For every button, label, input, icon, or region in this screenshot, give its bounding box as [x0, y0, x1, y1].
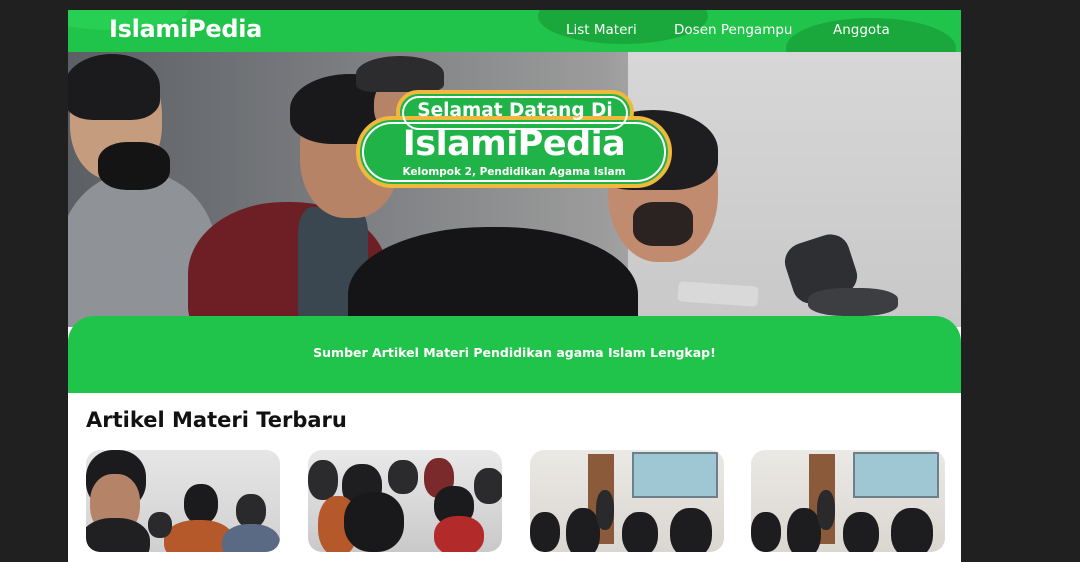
section-title: Artikel Materi Terbaru — [86, 408, 347, 432]
thumbnail-person — [184, 484, 218, 524]
page: IslamiPedia List Materi Dosen Pengampu A… — [68, 10, 961, 562]
thumbnail-person — [236, 494, 266, 528]
welcome-title: IslamiPedia — [402, 124, 626, 164]
navbar: IslamiPedia List Materi Dosen Pengampu A… — [68, 10, 961, 52]
thumbnail-person — [388, 460, 418, 494]
thumbnail-person — [222, 524, 280, 552]
nav-link-dosen-pengampu[interactable]: Dosen Pengampu — [674, 22, 792, 38]
welcome-subtitle: Kelompok 2, Pendidikan Agama Islam — [402, 166, 626, 178]
thumbnail-projector-screen — [853, 452, 939, 498]
thumbnail-person — [308, 460, 338, 500]
nav-link-anggota[interactable]: Anggota — [833, 22, 890, 38]
thumbnail-person — [566, 508, 600, 552]
thumbnail-person — [787, 508, 821, 552]
thumbnail-person — [622, 512, 658, 552]
thumbnail-person — [86, 518, 150, 552]
article-card-thumbnail[interactable] — [530, 450, 724, 552]
article-card-thumbnail[interactable] — [86, 450, 280, 552]
hero-photo-person — [633, 202, 693, 246]
thumbnail-person — [843, 512, 879, 552]
thumbnail-person — [148, 512, 172, 538]
thumbnail-person — [891, 508, 933, 552]
brand-logo[interactable]: IslamiPedia — [109, 15, 262, 43]
hero-photo-person — [68, 54, 160, 120]
thumbnail-person — [530, 512, 560, 552]
tagline-text: Sumber Artikel Materi Pendidikan agama I… — [313, 345, 716, 360]
article-card-thumbnail[interactable] — [308, 450, 502, 552]
thumbnail-person — [670, 508, 712, 552]
hero-photo-person — [356, 56, 444, 92]
thumbnail-person — [474, 468, 502, 504]
thumbnail-person — [596, 490, 614, 530]
thumbnail-projector-screen — [632, 452, 718, 498]
hero-photo-person — [98, 142, 170, 190]
thumbnail-person — [751, 512, 781, 552]
thumbnail-person — [434, 516, 484, 552]
hero-photo-chair — [808, 288, 898, 316]
thumbnail-person — [344, 492, 404, 552]
thumbnail-person — [817, 490, 835, 530]
hero-photo-person — [348, 227, 638, 327]
nav-link-list-materi[interactable]: List Materi — [566, 22, 637, 38]
article-card-thumbnail[interactable] — [751, 450, 945, 552]
welcome-line: Selamat Datang Di — [417, 100, 613, 121]
